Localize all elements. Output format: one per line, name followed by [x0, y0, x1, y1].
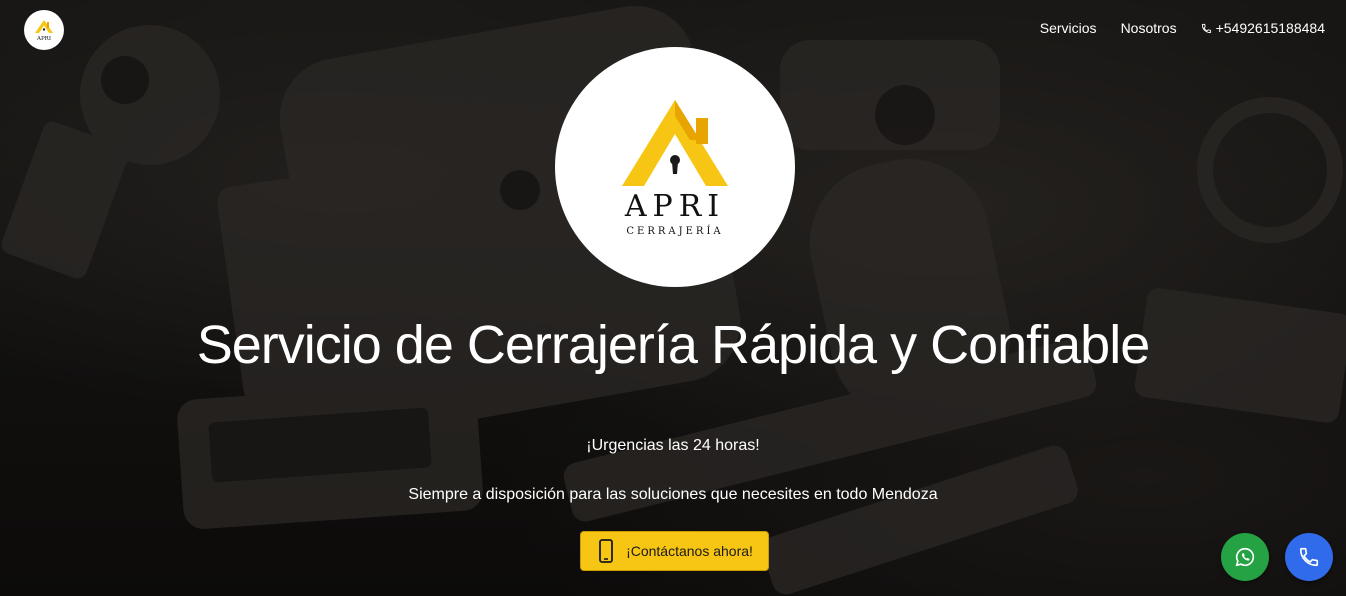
nav-menu: Servicios Nosotros +5492615188484	[1040, 20, 1325, 36]
brand-name: APRI	[624, 188, 726, 224]
nav-phone-link[interactable]: +5492615188484	[1201, 20, 1325, 36]
nav-link-nosotros[interactable]: Nosotros	[1121, 20, 1177, 36]
apri-logo-icon: APRI	[35, 20, 53, 42]
hero-urgent-text: ¡Urgencias las 24 horas!	[586, 437, 760, 454]
brand-subtitle: CERRAJERÍA	[626, 225, 724, 237]
phone-icon	[1201, 23, 1211, 33]
contact-now-button[interactable]: ¡Contáctanos ahora!	[580, 531, 769, 571]
nav-phone-number: +5492615188484	[1215, 20, 1325, 36]
smartphone-icon	[599, 539, 613, 563]
house-keyhole-icon	[622, 99, 728, 186]
call-float-button[interactable]	[1285, 533, 1333, 581]
contact-now-label: ¡Contáctanos ahora!	[626, 543, 753, 559]
nav-link-servicios[interactable]: Servicios	[1040, 20, 1097, 36]
hero-description: Siempre a disposición para las solucione…	[408, 486, 938, 503]
brand-logo-circle: APRI CERRAJERÍA	[555, 47, 795, 287]
hero-title: Servicio de Cerrajería Rápida y Confiabl…	[196, 315, 1151, 375]
phone-icon	[1299, 547, 1319, 567]
whatsapp-icon	[1235, 547, 1255, 567]
svg-text:APRI: APRI	[36, 36, 51, 42]
nav-logo[interactable]: APRI	[24, 10, 64, 50]
whatsapp-float-button[interactable]	[1221, 533, 1269, 581]
